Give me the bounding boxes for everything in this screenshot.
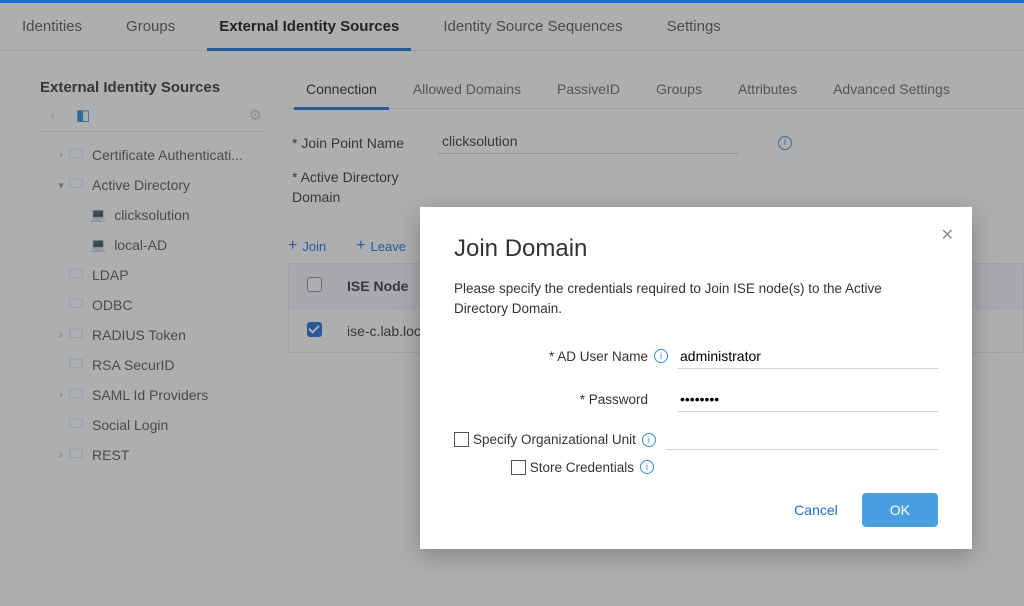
store-credentials-row: Store Credentials i — [454, 460, 938, 475]
info-icon[interactable]: i — [640, 460, 654, 474]
store-credentials-label: Store Credentials — [530, 460, 634, 475]
info-icon[interactable]: i — [654, 349, 668, 363]
close-icon[interactable]: ✕ — [941, 225, 954, 245]
specify-ou-label: Specify Organizational Unit — [473, 432, 636, 447]
ad-username-row: * AD User Name i — [454, 344, 938, 369]
info-icon[interactable]: i — [642, 433, 656, 447]
join-domain-dialog: ✕ Join Domain Please specify the credent… — [420, 207, 972, 549]
specify-ou-checkbox[interactable] — [454, 432, 469, 447]
dialog-footer: Cancel OK — [454, 493, 938, 527]
cancel-button[interactable]: Cancel — [794, 502, 838, 518]
password-input[interactable] — [678, 387, 938, 412]
dialog-description: Please specify the credentials required … — [454, 279, 938, 320]
ok-button[interactable]: OK — [862, 493, 938, 527]
ad-username-label: * AD User Name — [454, 349, 654, 364]
ad-username-input[interactable] — [678, 344, 938, 369]
store-credentials-checkbox[interactable] — [511, 460, 526, 475]
password-label: * Password — [454, 392, 654, 407]
ou-input[interactable] — [666, 430, 938, 450]
password-row: * Password — [454, 387, 938, 412]
specify-ou-row: Specify Organizational Unit i — [454, 430, 938, 450]
dialog-title: Join Domain — [454, 235, 938, 263]
